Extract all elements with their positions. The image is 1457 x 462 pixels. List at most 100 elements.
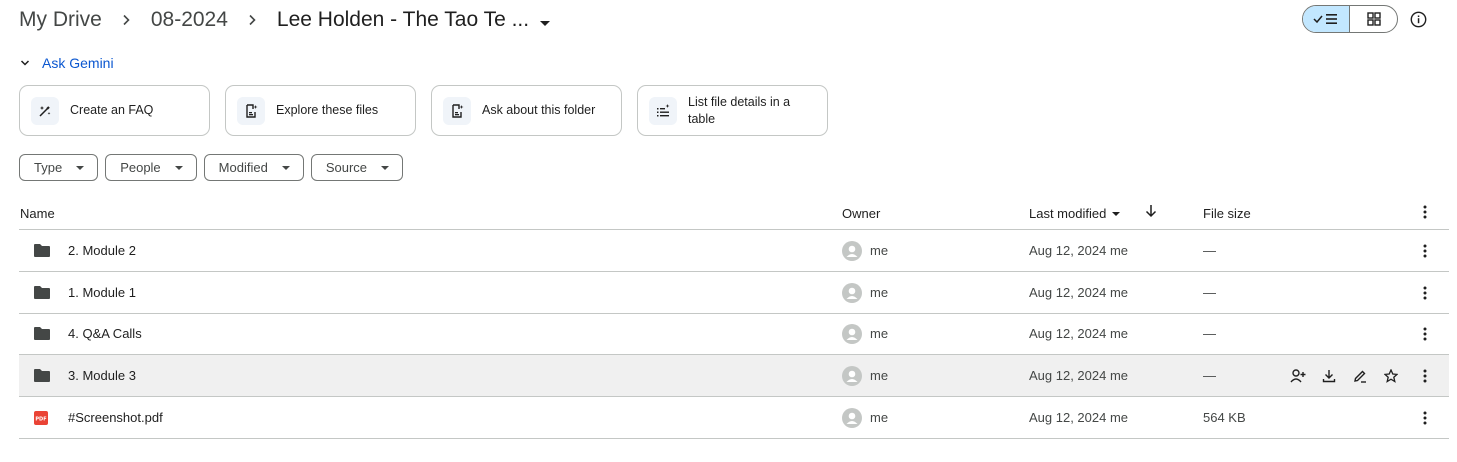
- download-icon: [1322, 369, 1336, 382]
- details-info-button[interactable]: [1408, 9, 1428, 29]
- more-vert-icon: [1423, 205, 1427, 219]
- avatar-icon: [842, 282, 862, 303]
- last-modified: Aug 12, 2024 me: [1029, 326, 1129, 341]
- more-actions-button[interactable]: [1417, 230, 1433, 271]
- file-table-header: Name Owner Last modified File size: [19, 196, 1449, 230]
- avatar-icon: [842, 323, 862, 344]
- owner-cell: me: [842, 313, 888, 354]
- caret-down-icon: [540, 21, 551, 26]
- owner-name: me: [870, 410, 889, 425]
- column-file-size: File size: [1203, 206, 1251, 221]
- owner-cell: me: [842, 230, 888, 271]
- file-size: 564 KB: [1203, 410, 1246, 425]
- caret-down-icon: [1112, 211, 1121, 216]
- suggestion-ask-folder[interactable]: Ask about this folder: [431, 85, 622, 136]
- suggestion-list-details[interactable]: List file details in a table: [637, 85, 828, 136]
- caret-down-icon: [174, 165, 183, 170]
- download-button[interactable]: [1321, 368, 1337, 384]
- owner-cell: me: [842, 272, 888, 313]
- filter-label: Type: [34, 160, 63, 175]
- table-row[interactable]: 4. Q&A Calls me Aug 12, 2024 me —: [19, 313, 1449, 355]
- breadcrumb-parent-folder[interactable]: 08-2024: [151, 8, 228, 32]
- column-name[interactable]: Name: [20, 206, 55, 221]
- grid-view-button[interactable]: [1350, 6, 1397, 32]
- last-modified: Aug 12, 2024 me: [1029, 368, 1129, 383]
- suggestion-label: Create an FAQ: [70, 103, 154, 117]
- column-last-modified[interactable]: Last modified: [1029, 206, 1121, 221]
- gemini-suggestions: Create an FAQ Explore these files Ask ab…: [19, 85, 828, 136]
- arrow-down-icon: [1145, 205, 1157, 218]
- column-options-button[interactable]: [1423, 205, 1427, 219]
- more-actions-button[interactable]: [1417, 355, 1433, 396]
- last-modified-label: Last modified: [1029, 206, 1107, 221]
- folder-icon: [33, 272, 55, 313]
- chevron-right-icon: [123, 14, 130, 26]
- svg-text:PDF: PDF: [35, 416, 46, 422]
- avatar-icon: [842, 240, 862, 261]
- star-button[interactable]: [1383, 368, 1399, 384]
- person-add-icon: [1290, 368, 1306, 382]
- file-size: —: [1203, 243, 1216, 258]
- list-view-button[interactable]: [1303, 6, 1351, 32]
- table-row-hovered[interactable]: 3. Module 3 me Aug 12, 2024 me —: [19, 355, 1449, 397]
- table-row[interactable]: 2. Module 2 me Aug 12, 2024 me —: [19, 230, 1449, 272]
- list-sparkle-icon: [649, 96, 677, 125]
- table-row[interactable]: PDF #Screenshot.pdf me Aug 12, 2024 me 5…: [19, 397, 1449, 439]
- breadcrumb-current-folder[interactable]: Lee Holden - The Tao Te ...: [276, 8, 551, 32]
- suggestion-explore-files[interactable]: Explore these files: [225, 85, 416, 136]
- filter-people[interactable]: People: [105, 154, 197, 181]
- ask-gemini-label: Ask Gemini: [42, 55, 114, 71]
- star-icon: [1384, 368, 1398, 383]
- check-list-icon: [1313, 14, 1337, 24]
- file-size: —: [1203, 368, 1216, 383]
- more-vert-icon: [1423, 369, 1427, 382]
- info-icon: [1410, 11, 1426, 27]
- suggestion-create-faq[interactable]: Create an FAQ: [19, 85, 210, 136]
- magic-pen-icon: [31, 96, 59, 125]
- rename-button[interactable]: [1352, 368, 1368, 384]
- breadcrumb: My Drive 08-2024 Lee Holden - The Tao Te…: [19, 6, 551, 34]
- owner-name: me: [870, 368, 889, 383]
- filter-label: Modified: [218, 160, 268, 175]
- folder-icon: [33, 313, 55, 354]
- file-name: 2. Module 2: [68, 243, 136, 258]
- filter-type[interactable]: Type: [19, 154, 99, 181]
- suggestion-label: Explore these files: [276, 103, 379, 117]
- file-size: —: [1203, 326, 1216, 341]
- row-quick-actions: [1290, 355, 1399, 396]
- caret-down-icon: [281, 165, 290, 170]
- sort-direction-button[interactable]: [1145, 204, 1157, 218]
- share-button[interactable]: [1290, 368, 1306, 384]
- more-vert-icon: [1423, 286, 1427, 299]
- owner-cell: me: [842, 397, 888, 438]
- more-actions-button[interactable]: [1417, 397, 1433, 438]
- filter-bar: Type People Modified Source: [19, 154, 404, 181]
- file-size: —: [1203, 285, 1216, 300]
- more-vert-icon: [1423, 411, 1427, 424]
- owner-name: me: [870, 285, 889, 300]
- breadcrumb-my-drive[interactable]: My Drive: [19, 8, 102, 32]
- view-toggle: [1302, 5, 1398, 33]
- filter-source[interactable]: Source: [310, 154, 404, 181]
- more-vert-icon: [1423, 327, 1427, 340]
- ask-gemini-toggle[interactable]: Ask Gemini: [20, 54, 114, 72]
- folder-icon: [33, 230, 55, 271]
- suggestion-label: List file details in a table: [688, 94, 791, 126]
- more-actions-button[interactable]: [1417, 313, 1433, 354]
- file-name: 4. Q&A Calls: [68, 326, 142, 341]
- caret-down-icon: [381, 165, 390, 170]
- filter-label: Source: [325, 160, 368, 175]
- edit-pencil-icon: [1354, 370, 1366, 383]
- caret-down-icon: [76, 165, 85, 170]
- filter-modified[interactable]: Modified: [203, 154, 304, 181]
- table-row[interactable]: 1. Module 1 me Aug 12, 2024 me —: [19, 272, 1449, 314]
- last-modified: Aug 12, 2024 me: [1029, 243, 1129, 258]
- file-name: 3. Module 3: [68, 368, 136, 383]
- current-folder-title: Lee Holden - The Tao Te ...: [276, 8, 530, 31]
- more-actions-button[interactable]: [1417, 272, 1433, 313]
- doc-sparkle-icon: [443, 96, 471, 125]
- pdf-icon: PDF: [33, 397, 55, 438]
- doc-sparkle-icon: [237, 96, 265, 125]
- avatar-icon: [842, 407, 862, 428]
- file-name: #Screenshot.pdf: [68, 410, 163, 425]
